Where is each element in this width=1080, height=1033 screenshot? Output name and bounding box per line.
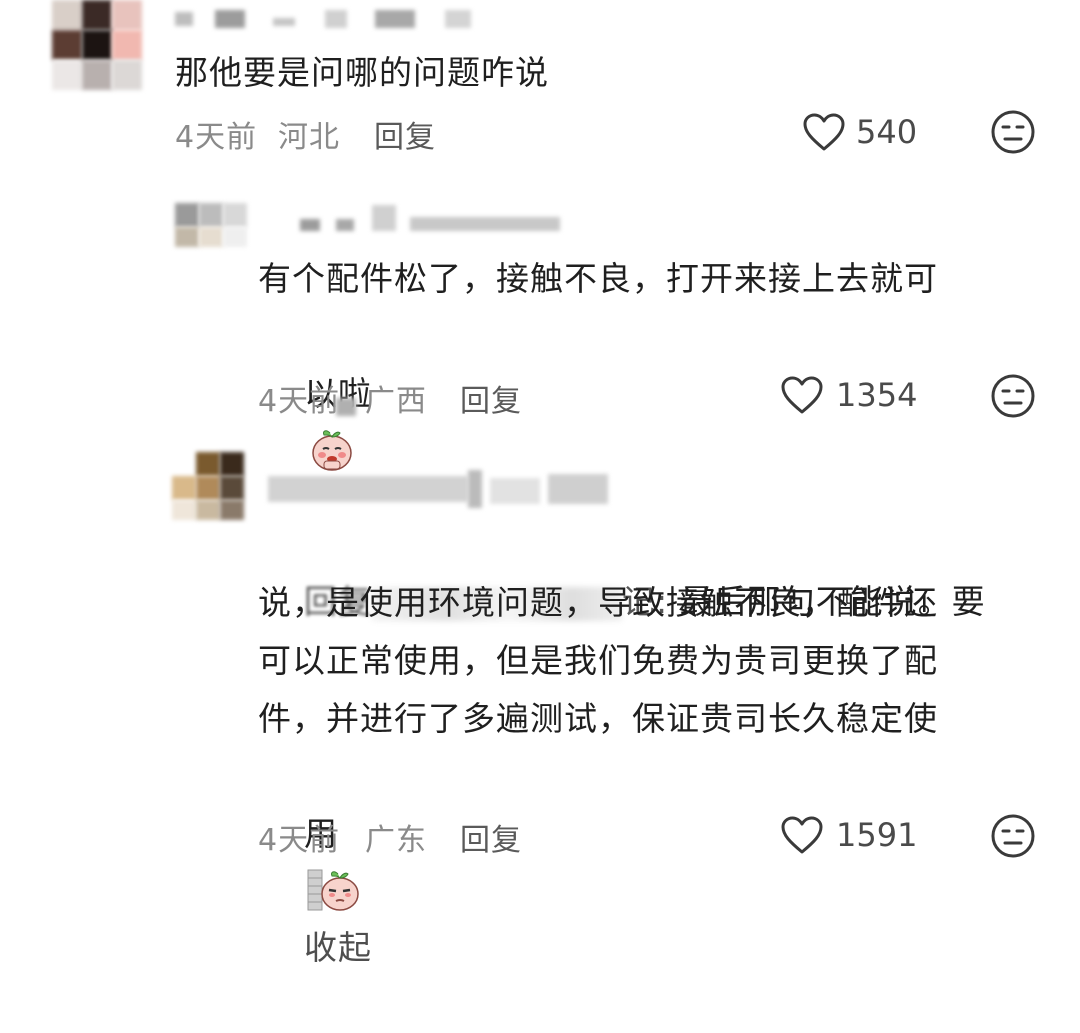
comment-time: 4天前	[258, 823, 341, 858]
avatar[interactable]	[175, 203, 247, 249]
neutral-face-icon[interactable]	[990, 109, 1036, 155]
avatar[interactable]	[172, 452, 244, 524]
heart-outline-icon[interactable]	[780, 375, 824, 415]
username-redacted[interactable]	[268, 470, 618, 510]
collapse-button[interactable]: 收起	[304, 928, 372, 967]
comment-text-line: 用 收起	[258, 748, 372, 1033]
avatar[interactable]	[52, 0, 144, 92]
reply-button[interactable]: 回复	[460, 376, 522, 420]
comment-location: 广西	[365, 384, 427, 419]
peach-sticker	[312, 429, 352, 471]
like-count: 540	[856, 113, 918, 151]
redaction-mark	[336, 398, 356, 416]
comment-text-line: 有个配件松了，接触不良，打开来接上去就可	[258, 259, 938, 298]
comment-text-line: 件，并进行了多遍测试，保证贵司长久稳定使	[258, 699, 938, 738]
like-count: 1591	[836, 816, 918, 854]
neutral-face-icon[interactable]	[990, 373, 1036, 419]
heart-outline-icon[interactable]	[780, 815, 824, 855]
comment-text-line: 可以正常使用，但是我们免费为贵司更换了配	[258, 641, 938, 680]
reply-button[interactable]: 回复	[374, 112, 436, 156]
reply-button[interactable]: 回复	[460, 815, 522, 859]
username-redacted[interactable]	[175, 8, 495, 30]
like-count: 1354	[836, 376, 918, 414]
peach-sticker	[307, 869, 359, 911]
neutral-face-icon[interactable]	[990, 813, 1036, 859]
comment-time: 4天前	[175, 120, 258, 155]
comment-time: 4天前	[258, 384, 341, 419]
username-redacted[interactable]	[300, 205, 560, 235]
comment-text-line: 说，是使用环境问题，导致接触不良，配件还	[258, 583, 938, 622]
comment-text: 那他要是问哪的问题咋说	[175, 53, 549, 92]
heart-outline-icon[interactable]	[802, 112, 846, 152]
comment-location: 河北	[278, 120, 340, 155]
comment-location: 广东	[365, 823, 427, 858]
